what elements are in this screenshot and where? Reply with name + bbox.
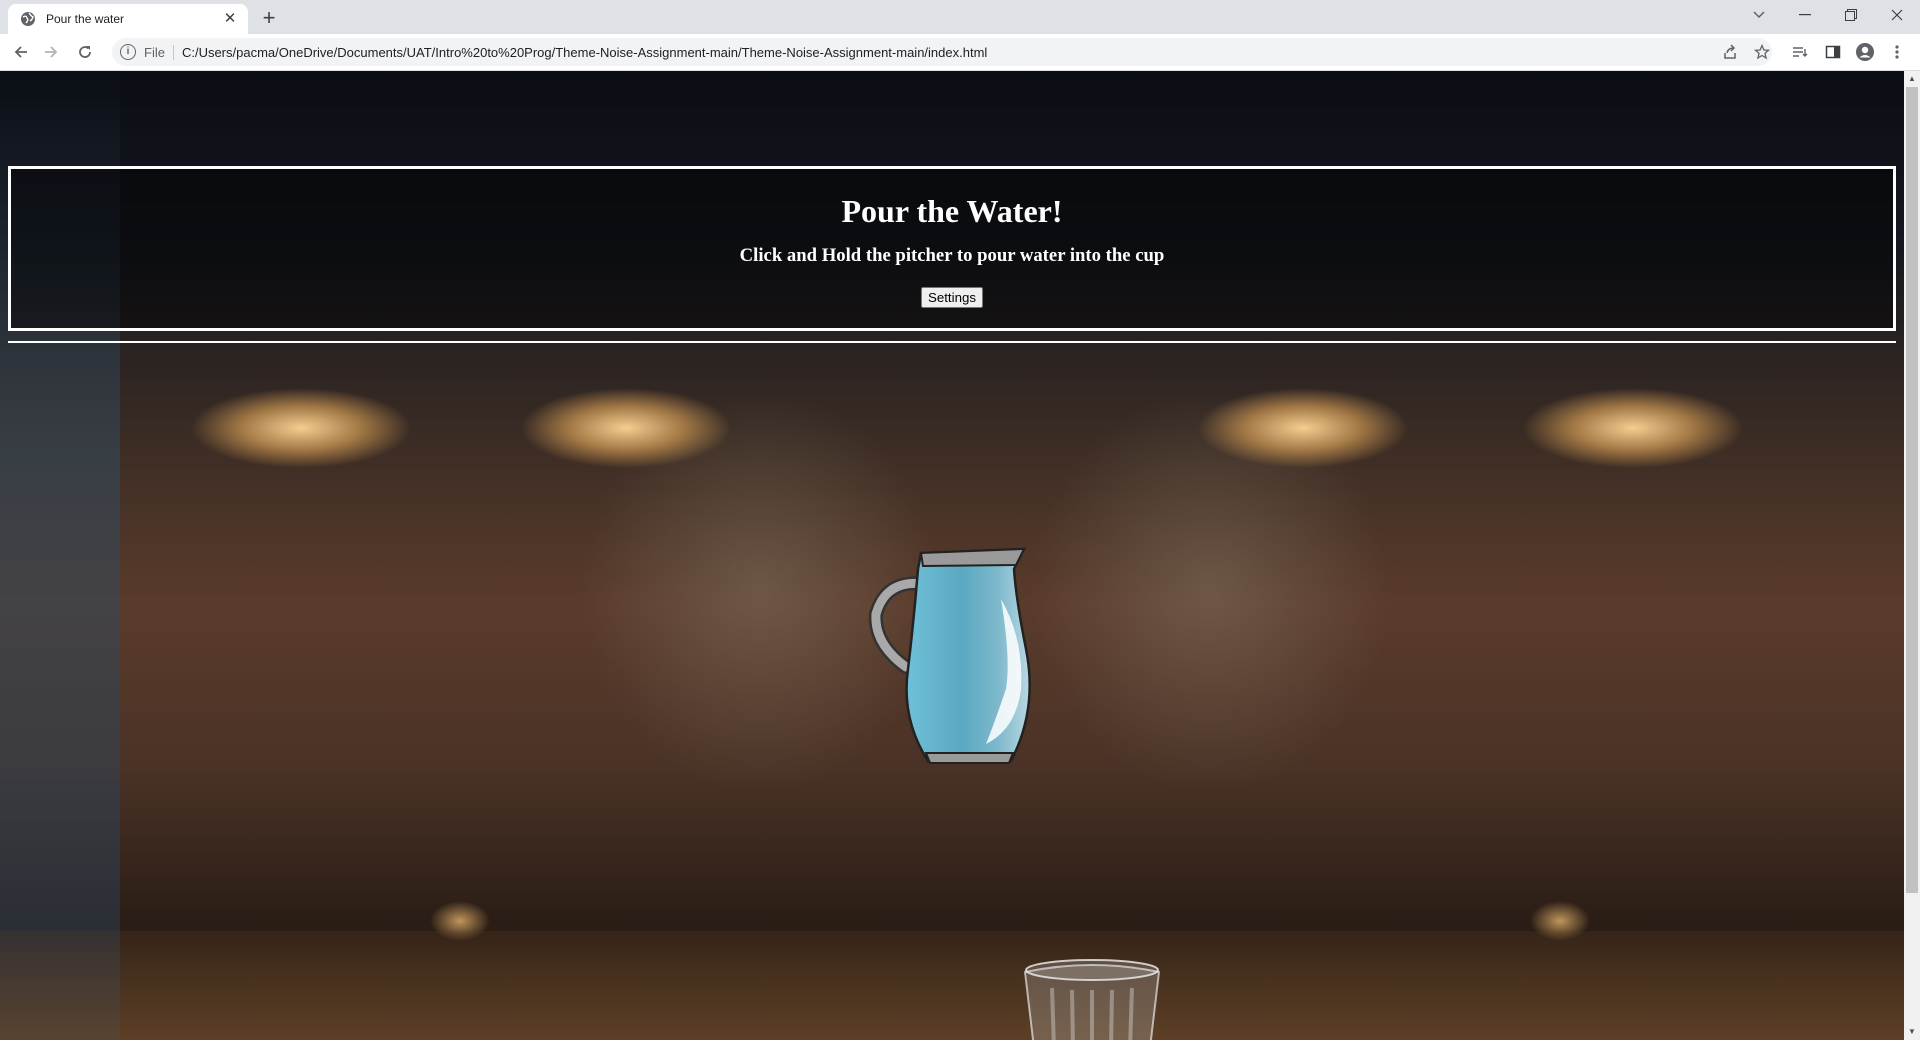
tab-title: Pour the water — [46, 12, 125, 26]
restore-icon[interactable] — [1828, 0, 1874, 30]
browser-toolbar: i File C:/Users/pacma/OneDrive/Documents… — [0, 34, 1920, 71]
scroll-up-arrow-icon[interactable]: ▲ — [1904, 71, 1920, 87]
water-cup — [1022, 958, 1162, 1040]
profile-icon[interactable] — [1854, 41, 1876, 63]
water-pitcher[interactable] — [866, 539, 1036, 769]
page-title: Pour the Water! — [841, 193, 1063, 229]
browser-tab[interactable]: Pour the water ✕ — [8, 4, 248, 34]
close-window-icon[interactable] — [1874, 0, 1920, 30]
scroll-down-arrow-icon[interactable]: ▼ — [1904, 1024, 1920, 1040]
globe-icon — [20, 11, 36, 27]
info-icon[interactable]: i — [120, 44, 136, 60]
reload-icon[interactable] — [72, 39, 98, 65]
divider-line — [8, 341, 1896, 343]
reading-list-icon[interactable] — [1789, 41, 1811, 63]
header-panel: Pour the Water! Click and Hold the pitch… — [8, 166, 1896, 331]
url-text[interactable]: C:/Users/pacma/OneDrive/Documents/UAT/In… — [182, 45, 987, 60]
settings-button[interactable]: Settings — [920, 287, 984, 308]
scheme-label: File — [144, 44, 174, 60]
side-panel-icon[interactable] — [1822, 41, 1844, 63]
star-icon[interactable] — [1751, 41, 1773, 63]
instructions-text: Click and Hold the pitcher to pour water… — [739, 245, 1165, 266]
address-bar[interactable]: i File C:/Users/pacma/OneDrive/Documents… — [112, 38, 1772, 66]
page-viewport: Pour the Water! Click and Hold the pitch… — [0, 71, 1904, 1040]
scrollbar-thumb[interactable] — [1906, 87, 1918, 893]
forward-arrow-icon[interactable] — [38, 39, 64, 65]
new-tab-button[interactable]: + — [256, 6, 282, 32]
browser-titlebar: Pour the water ✕ + — [0, 0, 1920, 34]
kebab-menu-icon[interactable] — [1886, 41, 1908, 63]
tab-close-icon[interactable]: ✕ — [222, 11, 238, 27]
tab-search-icon[interactable] — [1736, 0, 1782, 30]
page-scrollbar[interactable]: ▲ ▼ — [1904, 71, 1920, 1040]
back-arrow-icon[interactable] — [8, 39, 34, 65]
share-icon[interactable] — [1719, 41, 1741, 63]
background-tables — [0, 931, 1904, 1040]
minimize-icon[interactable] — [1782, 0, 1828, 30]
